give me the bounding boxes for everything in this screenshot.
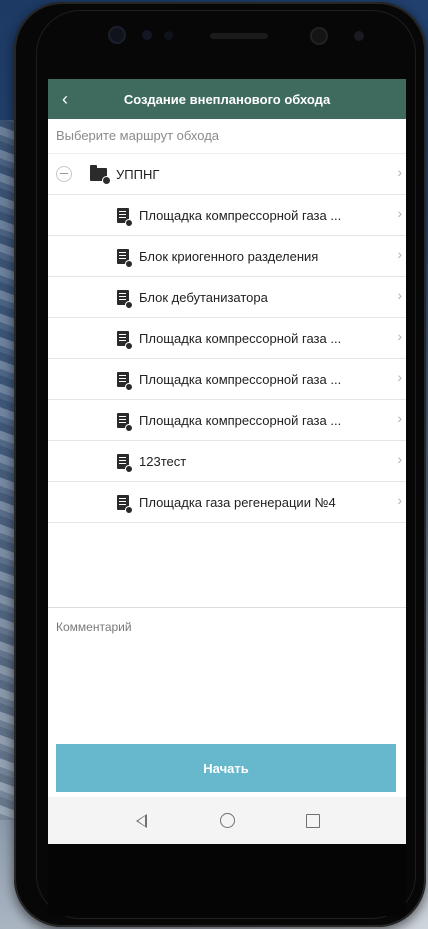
route-item[interactable]: Блок дебутанизатора › <box>48 277 406 318</box>
sensor-icon <box>354 31 364 41</box>
route-item-label: Блок дебутанизатора <box>139 289 268 305</box>
app-screen: ‹ Создание внепланового обхода Выберите … <box>48 79 406 844</box>
front-camera-icon <box>312 29 326 43</box>
comment-label: Комментарий <box>56 620 132 634</box>
triangle-back-icon <box>135 813 147 828</box>
chevron-left-icon[interactable]: ‹ <box>62 88 82 110</box>
document-icon <box>117 453 132 472</box>
system-nav-bar <box>48 797 406 844</box>
chevron-right-icon: › <box>397 492 402 508</box>
route-tree: УППНГ › Площадка компрессорной газа ... … <box>48 154 406 523</box>
route-item-label: Площадка компрессорной газа ... <box>139 412 342 428</box>
document-icon <box>117 494 132 513</box>
route-item-label: Площадка компрессорной газа ... <box>139 371 342 387</box>
route-item[interactable]: Площадка компрессорной газа ... › <box>48 318 406 359</box>
route-item[interactable]: Площадка компрессорной газа ... › <box>48 400 406 441</box>
route-item[interactable]: 123тест › <box>48 441 406 482</box>
document-icon <box>117 330 132 349</box>
start-button[interactable]: Начать <box>56 744 396 792</box>
folder-icon <box>90 164 110 184</box>
circle-home-icon <box>219 813 235 828</box>
phone-chin <box>48 844 406 916</box>
nav-back-button[interactable] <box>131 811 151 831</box>
chevron-right-icon: › <box>397 369 402 385</box>
app-bar: ‹ Создание внепланового обхода <box>48 79 406 119</box>
route-item-label: Площадка компрессорной газа ... <box>139 207 342 223</box>
front-camera-icon <box>110 28 124 42</box>
document-icon <box>117 371 132 390</box>
document-icon <box>117 412 132 431</box>
earpiece-speaker <box>210 33 268 39</box>
route-item-label: Площадка газа регенерации №4 <box>139 494 336 510</box>
chevron-right-icon: › <box>397 246 402 262</box>
sensor-icon <box>164 31 173 40</box>
document-icon <box>117 289 132 308</box>
comment-field[interactable]: Комментарий <box>48 607 406 738</box>
route-item[interactable]: Площадка газа регенерации №4 › <box>48 482 406 523</box>
route-item[interactable]: Площадка компрессорной газа ... › <box>48 195 406 236</box>
route-item[interactable]: Площадка компрессорной газа ... › <box>48 359 406 400</box>
chevron-right-icon: › <box>397 328 402 344</box>
nav-home-button[interactable] <box>217 811 237 831</box>
chevron-right-icon: › <box>397 164 402 180</box>
route-item[interactable]: Блок криогенного разделения › <box>48 236 406 277</box>
square-recents-icon <box>306 813 320 828</box>
route-prompt: Выберите маршрут обхода <box>48 119 406 154</box>
route-item-label: 123тест <box>139 453 187 469</box>
nav-recents-button[interactable] <box>303 811 323 831</box>
document-icon <box>117 248 132 267</box>
chevron-right-icon: › <box>397 205 402 221</box>
route-item-label: Блок криогенного разделения <box>139 248 319 264</box>
page-title: Создание внепланового обхода <box>123 91 331 107</box>
chevron-right-icon: › <box>397 287 402 303</box>
chevron-right-icon: › <box>397 410 402 426</box>
document-icon <box>117 207 132 226</box>
tree-root-label: УППНГ <box>116 166 160 182</box>
collapse-icon[interactable] <box>56 166 72 182</box>
tree-root-item[interactable]: УППНГ › <box>48 154 406 195</box>
sensor-icon <box>142 30 152 40</box>
chevron-right-icon: › <box>397 451 402 467</box>
route-item-label: Площадка компрессорной газа ... <box>139 330 342 346</box>
